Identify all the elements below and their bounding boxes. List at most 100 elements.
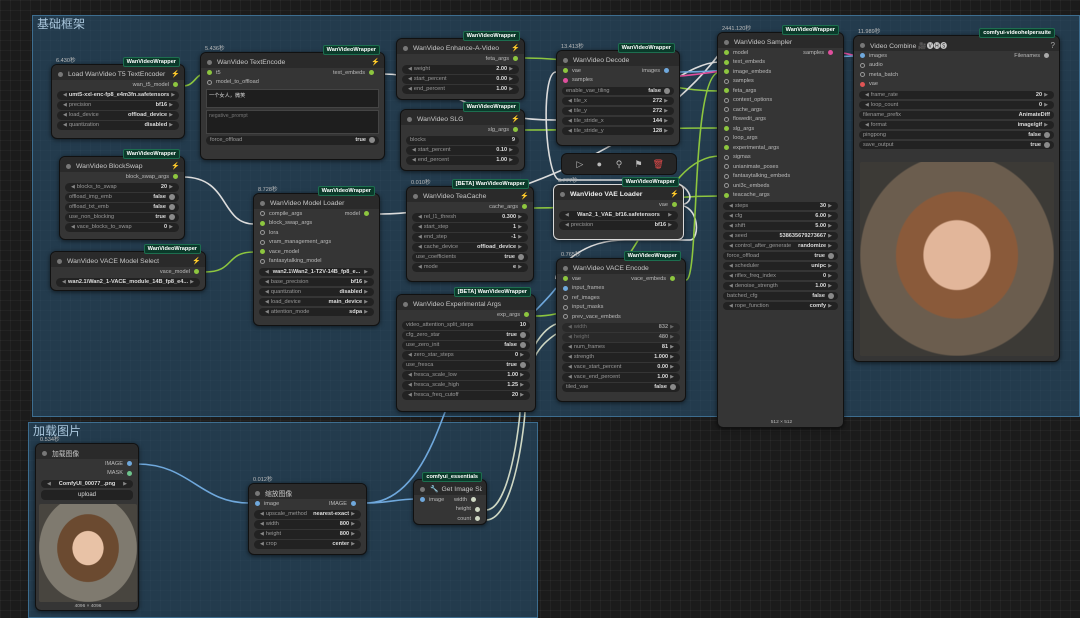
output-slot-height[interactable]: height xyxy=(414,505,486,515)
slot-dot[interactable] xyxy=(1044,53,1049,59)
output-slot[interactable]: wan_t5_model xyxy=(52,80,184,90)
tile-stride-y-widget[interactable]: ◀ tile_stride_y 128 ▶ xyxy=(562,126,674,135)
output-slot[interactable]: slg_args xyxy=(401,125,524,135)
frame-rate-widget[interactable]: ◀ frame_rate 20 ▶ xyxy=(859,90,1054,99)
slot-dot[interactable] xyxy=(364,211,369,217)
scheduler-widget[interactable]: ◀ scheduler unipc ▶ xyxy=(723,261,838,270)
input-slot-flowedit-args[interactable]: flowedit_args xyxy=(718,115,843,125)
slot-dot[interactable] xyxy=(724,145,729,151)
slot-dot[interactable] xyxy=(724,59,729,65)
load-device-widget[interactable]: ◀ load_device offload_device ▶ xyxy=(57,111,179,120)
collapse-dot[interactable] xyxy=(563,57,568,63)
input-slot-prev-vace-embeds[interactable]: prev_vace_embeds xyxy=(557,312,685,322)
slot-dot[interactable] xyxy=(260,249,265,255)
slot-dot[interactable] xyxy=(724,116,729,122)
input-slot-unianimate-poses[interactable]: unianimate_poses xyxy=(718,162,843,172)
model-select[interactable]: ◀ wan2.1\Wan2_1-T2V-14B_fp8_e... ▶ xyxy=(259,267,374,276)
node-load-image[interactable]: 0.534秒 加载图像 IMAGE MASK ◀ ComfyUI_00077_.p… xyxy=(35,437,139,611)
input-slot-block-swap-args[interactable]: block_swap_args xyxy=(254,219,379,229)
slot-dot[interactable] xyxy=(724,154,729,160)
width-widget[interactable]: ◀ width 832 ▶ xyxy=(562,323,680,332)
collapse-dot[interactable] xyxy=(255,490,260,496)
output-slot[interactable]: vace_model xyxy=(51,267,205,277)
node-vace-encode[interactable]: 0.765秒 WanVideoWrapper WanVideo VACE Enc… xyxy=(556,251,686,402)
slot-dot[interactable] xyxy=(207,70,212,76)
input-slot-slg-args[interactable]: slg_args xyxy=(718,124,843,134)
cfg-widget[interactable]: ◀ cfg 6.00 ▶ xyxy=(723,211,838,220)
slot-dot[interactable] xyxy=(260,220,265,226)
input-slot-teacache-args[interactable]: teacache_args xyxy=(718,191,843,201)
batched-cfg-toggle[interactable]: batched_cfg false xyxy=(723,291,838,300)
node-block-swap[interactable]: WanVideoWrapper WanVideo BlockSwap ⚡ bloc… xyxy=(59,149,185,240)
collapse-dot[interactable] xyxy=(260,200,265,206)
output-slot[interactable]: vae xyxy=(554,200,683,210)
node-vae-loader[interactable]: 0.777秒 WanVideoWrapper WanVideo VAE Load… xyxy=(553,177,684,240)
tile-y-widget[interactable]: ◀ tile_y 272 ▶ xyxy=(562,106,674,115)
slot-dot[interactable] xyxy=(724,78,729,84)
vace-end-percent-widget[interactable]: ◀ vace_end_percent 1.00 ▶ xyxy=(562,373,680,382)
precision-widget[interactable]: ◀ precision bf16 ▶ xyxy=(57,101,179,110)
input-slot-model-to-offload[interactable]: model_to_offload xyxy=(201,78,384,88)
slot-dot[interactable] xyxy=(173,82,178,88)
slot-dot[interactable] xyxy=(563,68,568,74)
slot-dot[interactable] xyxy=(513,127,518,133)
seed-widget[interactable]: ◀ seed 538635679273667 ▶ xyxy=(723,231,838,240)
tiled-vae-toggle[interactable]: tiled_vae false xyxy=(562,383,680,392)
input-slot-input-frames[interactable]: input_frames xyxy=(557,284,685,294)
use-non-blocking-toggle[interactable]: use_non_blocking true xyxy=(65,213,179,222)
delete-icon[interactable]: 🗑 xyxy=(648,159,668,170)
output-slot[interactable]: block_swap_args xyxy=(60,172,184,182)
node-decode[interactable]: 13.413秒 WanVideoWrapper WanVideo Decode … xyxy=(556,43,680,146)
fresca-scale-high-widget[interactable]: ◀ fresca_scale_high 1.25 ▶ xyxy=(402,381,530,390)
input-slot-image-embeds[interactable]: image_embeds xyxy=(718,67,843,77)
input-slot-images[interactable]: images Filenames xyxy=(854,51,1059,61)
height-widget[interactable]: ◀ height 800 ▶ xyxy=(254,530,361,539)
input-slot-fantasytalking-model[interactable]: fantasytalking_model xyxy=(254,257,379,267)
slot-dot[interactable] xyxy=(260,239,265,245)
output-slot[interactable]: cache_args xyxy=(407,202,533,212)
load-device-widget[interactable]: ◀ load_device main_device ▶ xyxy=(259,297,374,306)
collapse-dot[interactable] xyxy=(403,301,408,307)
slot-dot[interactable] xyxy=(724,192,729,198)
width-widget[interactable]: ◀ width 800 ▶ xyxy=(254,520,361,529)
loop-count-widget[interactable]: ◀ loop_count 0 ▶ xyxy=(859,100,1054,109)
slot-dot[interactable] xyxy=(563,77,568,83)
slot-dot[interactable] xyxy=(724,107,729,113)
format-widget[interactable]: ◀ format image/gif ▶ xyxy=(859,120,1054,129)
input-slot-vace-model[interactable]: vace_model xyxy=(254,247,379,257)
input-slot-text-embeds[interactable]: text_embeds xyxy=(718,58,843,68)
riflex-freq-index-widget[interactable]: ◀ riflex_freq_index 0 ▶ xyxy=(723,271,838,280)
negative-prompt-textarea[interactable]: negative_prompt xyxy=(206,110,379,134)
node-get-image-size[interactable]: comfyui_essentials 🔧Get Image Size image… xyxy=(413,472,487,525)
input-slot-vram-management-args[interactable]: vram_management_args xyxy=(254,238,379,248)
cfg-zero-star-toggle[interactable]: cfg_zero_star true xyxy=(402,331,530,340)
pingpong-toggle[interactable]: pingpong false xyxy=(859,130,1054,139)
model-name-select[interactable]: ◀ umt5-xxl-enc-fp8_e4m3fn.safetensors ▶ xyxy=(57,91,179,100)
collapse-dot[interactable] xyxy=(724,39,729,45)
collapse-dot[interactable] xyxy=(207,59,212,65)
input-slot-context-options[interactable]: context_options xyxy=(718,96,843,106)
tile-stride-x-widget[interactable]: ◀ tile_stride_x 144 ▶ xyxy=(562,116,674,125)
upload-button[interactable]: upload xyxy=(41,490,133,500)
force-offload-toggle[interactable]: force_offload true xyxy=(206,136,379,145)
input-slot-input-masks[interactable]: input_masks xyxy=(557,303,685,313)
end-step-widget[interactable]: ◀ end_step -1 ▶ xyxy=(412,233,528,242)
use-coefficients-toggle[interactable]: use_coefficients true xyxy=(412,253,528,262)
slot-dot[interactable] xyxy=(475,516,480,522)
collapse-dot[interactable] xyxy=(563,265,568,271)
slot-dot[interactable] xyxy=(664,68,669,74)
offload-img-emb-toggle[interactable]: offload_img_emb false xyxy=(65,193,179,202)
slot-dot[interactable] xyxy=(513,56,518,62)
image-file-select[interactable]: ◀ ComfyUI_00077_.png ▶ xyxy=(41,479,133,488)
input-slot-model[interactable]: model samples xyxy=(718,48,843,58)
denoise-strength-widget[interactable]: ◀ denoise_strength 1.00 ▶ xyxy=(723,281,838,290)
use-zero-init-toggle[interactable]: use_zero_init false xyxy=(402,341,530,350)
slot-dot[interactable] xyxy=(724,135,729,141)
node-experimental-args[interactable]: [BETA] WanVideoWrapper WanVideo Experime… xyxy=(396,287,536,412)
collapse-dot[interactable] xyxy=(413,193,418,199)
fresca-freq-cutoff-widget[interactable]: ◀ fresca_freq_cutoff 20 ▶ xyxy=(402,391,530,400)
rel-l1-thresh-widget[interactable]: ◀ rel_l1_thresh 0.300 ▶ xyxy=(412,213,528,222)
blocks-to-swap-widget[interactable]: ◀ blocks_to_swap 20 ▶ xyxy=(65,183,179,192)
mode-widget[interactable]: ◀ mode e ▶ xyxy=(412,263,528,272)
save-output-toggle[interactable]: save_output true xyxy=(859,140,1054,149)
